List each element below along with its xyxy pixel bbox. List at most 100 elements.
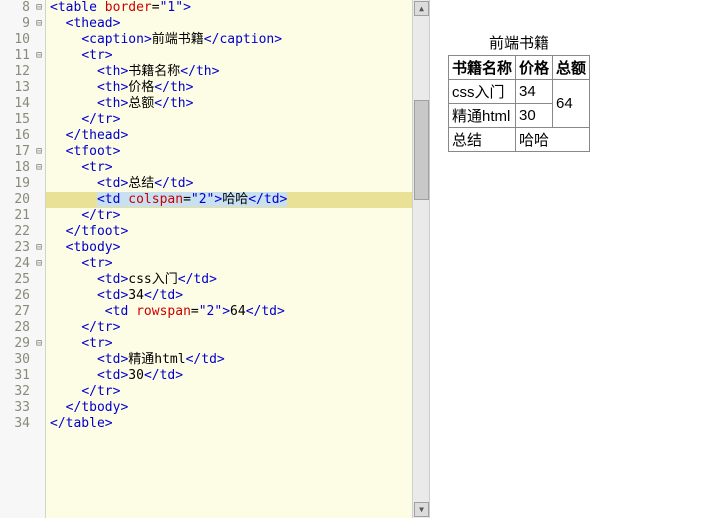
scroll-thumb[interactable] <box>414 100 429 200</box>
fold-icon[interactable]: ⊟ <box>32 160 46 176</box>
line-number: 19 <box>0 176 32 192</box>
code-content[interactable]: <td>精通html</td> <box>46 352 225 368</box>
scroll-up-icon[interactable]: ▲ <box>414 1 429 16</box>
line-number: 22 <box>0 224 32 240</box>
code-content[interactable]: <table border="1"> <box>46 0 191 16</box>
code-line[interactable]: 34</table> <box>0 416 429 432</box>
fold-icon[interactable]: ⊟ <box>32 144 46 160</box>
fold-icon <box>32 272 46 288</box>
code-line[interactable]: 20 <td colspan="2">哈哈</td> <box>0 192 429 208</box>
code-line[interactable]: 12 <th>书籍名称</th> <box>0 64 429 80</box>
table-caption: 前端书籍 <box>448 30 590 55</box>
line-number: 10 <box>0 32 32 48</box>
code-line[interactable]: 19 <td>总结</td> <box>0 176 429 192</box>
code-line[interactable]: 30 <td>精通html</td> <box>0 352 429 368</box>
fold-icon <box>32 64 46 80</box>
fold-icon <box>32 192 46 208</box>
fold-icon[interactable]: ⊟ <box>32 256 46 272</box>
fold-icon <box>32 112 46 128</box>
fold-icon[interactable]: ⊟ <box>32 336 46 352</box>
line-number: 11 <box>0 48 32 64</box>
code-content[interactable]: </tfoot> <box>46 224 128 240</box>
code-line[interactable]: 10 <caption>前端书籍</caption> <box>0 32 429 48</box>
code-line[interactable]: 8⊟<table border="1"> <box>0 0 429 16</box>
fold-icon[interactable]: ⊟ <box>32 16 46 32</box>
cell-summary-value: 哈哈 <box>516 128 590 152</box>
fold-icon <box>32 416 46 432</box>
cell-name: 精通html <box>449 104 516 128</box>
code-line[interactable]: 13 <th>价格</th> <box>0 80 429 96</box>
code-content[interactable]: <td>总结</td> <box>46 176 193 192</box>
code-content[interactable]: <thead> <box>46 16 120 32</box>
scrollbar[interactable]: ▲ ▼ <box>412 0 429 518</box>
line-number: 26 <box>0 288 32 304</box>
cell-name: css入门 <box>449 80 516 104</box>
scroll-down-icon[interactable]: ▼ <box>414 502 429 517</box>
code-content[interactable]: </tbody> <box>46 400 128 416</box>
code-line[interactable]: 16 </thead> <box>0 128 429 144</box>
fold-icon <box>32 224 46 240</box>
code-line[interactable]: 32 </tr> <box>0 384 429 400</box>
fold-icon[interactable]: ⊟ <box>32 240 46 256</box>
code-content[interactable]: <td>30</td> <box>46 368 183 384</box>
code-content[interactable]: <tr> <box>46 256 113 272</box>
code-line[interactable]: 31 <td>30</td> <box>0 368 429 384</box>
code-editor[interactable]: 8⊟<table border="1">9⊟ <thead>10 <captio… <box>0 0 430 518</box>
code-content[interactable]: <tr> <box>46 48 113 64</box>
code-content[interactable]: <th>总额</th> <box>46 96 193 112</box>
line-number: 9 <box>0 16 32 32</box>
code-line[interactable]: 14 <th>总额</th> <box>0 96 429 112</box>
code-content[interactable]: </tr> <box>46 384 120 400</box>
code-line[interactable]: 21 </tr> <box>0 208 429 224</box>
code-content[interactable]: <td colspan="2">哈哈</td> <box>46 192 287 208</box>
code-content[interactable]: <th>价格</th> <box>46 80 193 96</box>
code-line[interactable]: 22 </tfoot> <box>0 224 429 240</box>
code-content[interactable]: </tr> <box>46 112 120 128</box>
code-line[interactable]: 25 <td>css入门</td> <box>0 272 429 288</box>
preview-pane: 前端书籍 书籍名称 价格 总额 css入门 34 64 精通html 30 <box>430 0 707 518</box>
line-number: 25 <box>0 272 32 288</box>
code-line[interactable]: 27 <td rowspan="2">64</td> <box>0 304 429 320</box>
fold-icon <box>32 176 46 192</box>
code-content[interactable]: </tr> <box>46 320 120 336</box>
fold-icon <box>32 288 46 304</box>
code-line[interactable]: 11⊟ <tr> <box>0 48 429 64</box>
fold-icon[interactable]: ⊟ <box>32 0 46 16</box>
code-content[interactable]: </thead> <box>46 128 128 144</box>
code-line[interactable]: 9⊟ <thead> <box>0 16 429 32</box>
code-line[interactable]: 28 </tr> <box>0 320 429 336</box>
code-line[interactable]: 15 </tr> <box>0 112 429 128</box>
line-number: 21 <box>0 208 32 224</box>
table-row: 总结 哈哈 <box>449 128 590 152</box>
code-line[interactable]: 26 <td>34</td> <box>0 288 429 304</box>
code-content[interactable]: <tr> <box>46 160 113 176</box>
fold-icon[interactable]: ⊟ <box>32 48 46 64</box>
code-line[interactable]: 29⊟ <tr> <box>0 336 429 352</box>
code-content[interactable]: </tr> <box>46 208 120 224</box>
code-content[interactable]: <caption>前端书籍</caption> <box>46 32 282 48</box>
code-content[interactable]: <tbody> <box>46 240 120 256</box>
code-content[interactable]: <td>34</td> <box>46 288 183 304</box>
code-content[interactable]: <th>书籍名称</th> <box>46 64 219 80</box>
line-number: 31 <box>0 368 32 384</box>
fold-icon <box>32 32 46 48</box>
line-number: 30 <box>0 352 32 368</box>
code-line[interactable]: 23⊟ <tbody> <box>0 240 429 256</box>
code-content[interactable]: <td rowspan="2">64</td> <box>46 304 285 320</box>
code-content[interactable]: <tr> <box>46 336 113 352</box>
line-number: 27 <box>0 304 32 320</box>
code-content[interactable]: <tfoot> <box>46 144 120 160</box>
line-number: 14 <box>0 96 32 112</box>
line-number: 33 <box>0 400 32 416</box>
code-line[interactable]: 17⊟ <tfoot> <box>0 144 429 160</box>
header-price: 价格 <box>516 56 553 80</box>
line-number: 12 <box>0 64 32 80</box>
code-line[interactable]: 18⊟ <tr> <box>0 160 429 176</box>
fold-icon <box>32 320 46 336</box>
code-line[interactable]: 33 </tbody> <box>0 400 429 416</box>
code-content[interactable]: <td>css入门</td> <box>46 272 217 288</box>
line-number: 23 <box>0 240 32 256</box>
code-line[interactable]: 24⊟ <tr> <box>0 256 429 272</box>
code-content[interactable]: </table> <box>46 416 113 432</box>
table-row: css入门 34 64 <box>449 80 590 104</box>
